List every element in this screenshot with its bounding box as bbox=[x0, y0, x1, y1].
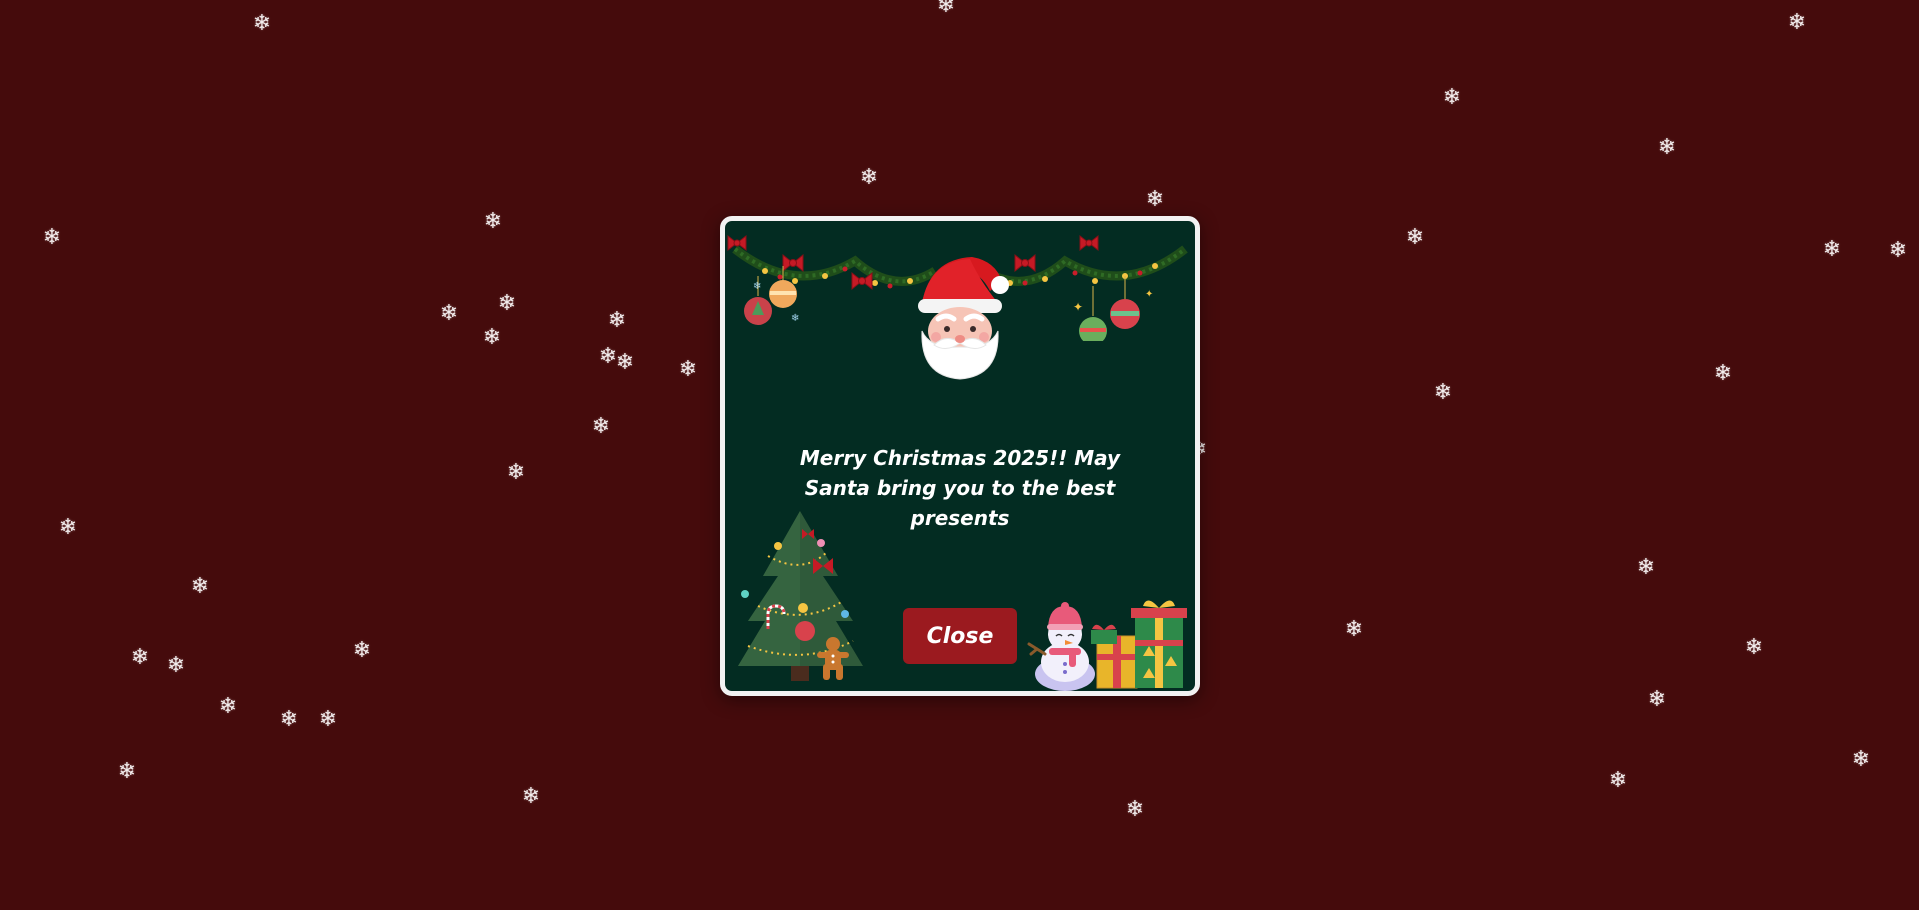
snowflake-icon: ❄ bbox=[58, 515, 78, 540]
snowflake-icon: ❄ bbox=[279, 707, 299, 732]
snowflake-icon: ❄ bbox=[1433, 380, 1453, 405]
snowflake-icon: ❄ bbox=[591, 414, 611, 439]
snowflake-icon: ❄ bbox=[1145, 187, 1165, 212]
snowflake-icon: ❄ bbox=[1647, 687, 1667, 712]
snowflake-icon: ❄ bbox=[1608, 768, 1628, 793]
snowflake-icon: ❄ bbox=[439, 301, 459, 326]
snowflake-icon: ❄ bbox=[859, 165, 879, 190]
svg-text:❄: ❄ bbox=[791, 313, 799, 324]
christmas-page: ❄ ❄ ❄ ❄ ❄ ❄ ❄ ❄ ❄ ❄ ❄ ❄ ❄ ❄ ❄ ❄ ❄ ❄ ❄ ❄ ❄ ❄ ❄ ❄ ❄ ❄ ❄ ❄ ❄ ❄ ❄ ❄ ❄ ❄ ❄ ❄ ❄ ❄ ❄ ❄… bbox=[0, 0, 1919, 910]
snowflake-icon: ❄ bbox=[607, 308, 627, 333]
snowflake-icon: ❄ bbox=[482, 325, 502, 350]
snowflake-icon: ❄ bbox=[352, 638, 372, 663]
snowflake-icon: ❄ bbox=[497, 291, 517, 316]
snowman-and-gifts-icon bbox=[1027, 600, 1187, 691]
snowflake-icon: ❄ bbox=[130, 645, 150, 670]
close-button[interactable]: Close bbox=[903, 608, 1017, 664]
svg-text:✦: ✦ bbox=[1145, 289, 1153, 300]
snowflake-icon: ❄ bbox=[598, 344, 618, 369]
snowflake-icon: ❄ bbox=[521, 784, 541, 809]
snowflake-icon: ❄ bbox=[483, 209, 503, 234]
christmas-popup: ❄ ❄ ✦ ✦ Merry Christmas 2025!! May Santa… bbox=[720, 216, 1200, 696]
snowflake-icon: ❄ bbox=[506, 460, 526, 485]
snowflake-icon: ❄ bbox=[318, 707, 338, 732]
snowflake-icon: ❄ bbox=[1888, 238, 1908, 263]
snowflake-icon: ❄ bbox=[166, 653, 186, 678]
snowflake-icon: ❄ bbox=[218, 694, 238, 719]
snowflake-icon: ❄ bbox=[1405, 225, 1425, 250]
santa-icon bbox=[918, 257, 1009, 380]
snowflake-icon: ❄ bbox=[42, 225, 62, 250]
snowflake-icon: ❄ bbox=[615, 350, 635, 375]
snowflake-icon: ❄ bbox=[936, 0, 956, 18]
snowflake-icon: ❄ bbox=[1636, 555, 1656, 580]
snowflake-icon: ❄ bbox=[678, 357, 698, 382]
snowflake-icon: ❄ bbox=[1713, 361, 1733, 386]
snowflake-icon: ❄ bbox=[1744, 635, 1764, 660]
snowflake-icon: ❄ bbox=[1657, 135, 1677, 160]
snowflake-icon: ❄ bbox=[1125, 797, 1145, 822]
snowflake-icon: ❄ bbox=[1344, 617, 1364, 642]
svg-text:❄: ❄ bbox=[753, 281, 761, 292]
snowflake-icon: ❄ bbox=[117, 759, 137, 784]
snowflake-icon: ❄ bbox=[1851, 747, 1871, 772]
svg-text:✦: ✦ bbox=[1073, 300, 1083, 314]
snowflake-icon: ❄ bbox=[1822, 237, 1842, 262]
christmas-tree-icon bbox=[738, 511, 863, 681]
snowflake-icon: ❄ bbox=[190, 574, 210, 599]
snowflake-icon: ❄ bbox=[252, 11, 272, 36]
snowflake-icon: ❄ bbox=[1442, 85, 1462, 110]
snowflake-icon: ❄ bbox=[1787, 10, 1807, 35]
